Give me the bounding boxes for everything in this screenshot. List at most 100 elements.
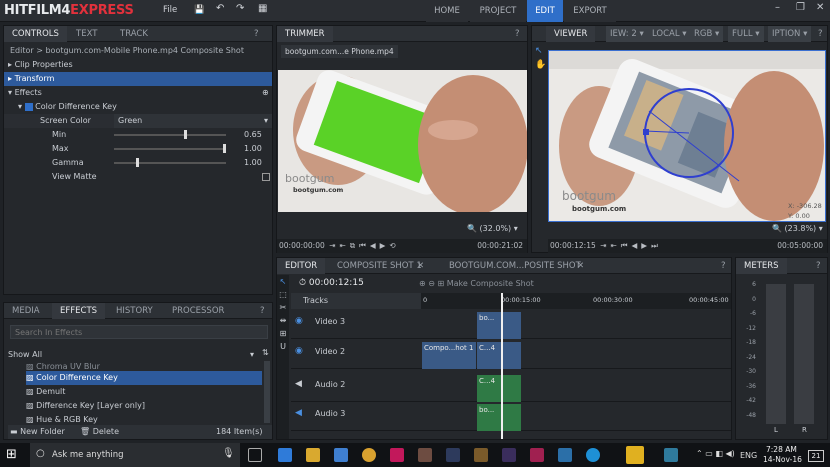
effect-item[interactable]: ▨ Color Difference Key: [26, 371, 262, 385]
nav-project[interactable]: PROJECT: [470, 0, 526, 22]
min-slider[interactable]: [114, 134, 226, 136]
insert-icon[interactable]: ⧉: [350, 239, 355, 253]
tray-icons[interactable]: ⌃ ▭ ◧ ◀): [696, 449, 735, 458]
mic-icon[interactable]: 🎙: [222, 448, 235, 459]
viewer-help-icon[interactable]: ?: [818, 26, 823, 42]
max-slider-handle[interactable]: [223, 144, 226, 153]
select-tool-icon[interactable]: ↖: [535, 46, 543, 56]
editor-help-icon[interactable]: ?: [721, 258, 726, 274]
nav-edit[interactable]: EDIT: [527, 0, 563, 22]
full-dropdown[interactable]: FULL ▾: [728, 26, 764, 42]
minimize-icon[interactable]: –: [775, 2, 780, 13]
after-effects-icon[interactable]: [446, 448, 460, 462]
tab-processor[interactable]: PROCESSOR: [164, 303, 232, 319]
taskbar-search-box[interactable]: ○ Ask me anything 🎙: [30, 443, 240, 467]
effects-search-input[interactable]: [10, 325, 268, 339]
ripple-icon[interactable]: ⇹: [277, 316, 289, 325]
file-explorer-icon[interactable]: [306, 448, 320, 462]
gamma-value[interactable]: 1.00: [244, 156, 262, 170]
max-slider[interactable]: [114, 148, 226, 150]
local-dropdown[interactable]: LOCAL ▾: [648, 26, 691, 42]
viewer-next-icon[interactable]: ⏭: [651, 239, 658, 253]
nav-export[interactable]: EXPORT: [564, 0, 616, 22]
tab-text[interactable]: TEXT: [68, 26, 105, 42]
app-icon[interactable]: [474, 448, 488, 462]
save-icon[interactable]: 💾: [194, 5, 205, 15]
slip-icon[interactable]: ⬚: [277, 290, 289, 299]
step-back-icon[interactable]: ◀: [370, 239, 376, 253]
undo-icon[interactable]: ↶: [216, 3, 224, 14]
tab-track[interactable]: TRACK: [112, 26, 156, 42]
app-icon[interactable]: [558, 448, 572, 462]
help-icon[interactable]: ?: [254, 26, 259, 42]
viewer-clip-out-icon[interactable]: ⇤: [610, 239, 616, 253]
nav-home[interactable]: HOME: [426, 0, 468, 22]
view-matte-checkbox[interactable]: [262, 173, 270, 181]
windows-start-icon[interactable]: ⊞: [6, 447, 17, 462]
effects-help-icon[interactable]: ?: [260, 303, 265, 319]
effect-item[interactable]: ▨ Demult: [26, 385, 262, 399]
clip-audio-2[interactable]: C...4: [477, 375, 521, 402]
eye-icon[interactable]: ◉: [295, 346, 303, 356]
hitfilm-taskbar-icon[interactable]: [626, 446, 644, 464]
tab-history[interactable]: HISTORY: [108, 303, 161, 319]
gamma-slider[interactable]: [114, 162, 226, 164]
language-indicator[interactable]: ENG: [740, 451, 757, 460]
min-value[interactable]: 0.65: [244, 128, 262, 142]
edge-icon[interactable]: [278, 448, 292, 462]
tab-editor[interactable]: EDITOR: [277, 258, 326, 274]
tab-bootgum-composite[interactable]: BOOTGUM.COM...POSITE SHOT: [441, 258, 589, 274]
menu-file[interactable]: File: [163, 5, 177, 15]
app-icon[interactable]: [390, 448, 404, 462]
max-value[interactable]: 1.00: [244, 142, 262, 156]
task-view-icon[interactable]: [248, 448, 262, 462]
delete-button[interactable]: 🗑 Delete: [80, 425, 119, 439]
taskbar-date[interactable]: 14-Nov-16: [763, 455, 802, 464]
razor-icon[interactable]: ✂: [277, 303, 289, 312]
meters-help-icon[interactable]: ?: [816, 258, 821, 274]
grid-icon[interactable]: ▦: [258, 3, 267, 14]
clip-composite[interactable]: Compo...hot 1: [422, 342, 476, 369]
app-icon[interactable]: [664, 448, 678, 462]
timeline-select-icon[interactable]: ↖: [277, 277, 289, 286]
hand-tool-icon[interactable]: ✋: [535, 60, 546, 70]
clip-video-2[interactable]: C...4: [477, 342, 521, 369]
effects-scrollbar[interactable]: [264, 361, 270, 423]
close-tab-icon[interactable]: ✕: [417, 258, 424, 274]
clip-properties-row[interactable]: ▸ Clip Properties: [4, 58, 272, 72]
effect-row[interactable]: ▾ Color Difference Key: [4, 100, 272, 114]
view-dropdown[interactable]: IEW: 2 ▾: [606, 26, 648, 42]
play-icon[interactable]: ▶: [380, 239, 386, 253]
app-icon[interactable]: [530, 448, 544, 462]
add-effect-icon[interactable]: ⊕: [262, 86, 269, 100]
effect-item[interactable]: ▨ Difference Key [Layer only]: [26, 399, 262, 413]
speaker-icon[interactable]: ◀: [295, 379, 302, 389]
trimmer-zoom[interactable]: 🔍 (32.0%) ▾: [467, 224, 518, 233]
app-icon[interactable]: [418, 448, 432, 462]
screen-color-dropdown[interactable]: Green ▾: [114, 114, 272, 128]
viewer-zoom[interactable]: 🔍 (23.8%) ▾: [772, 224, 823, 233]
viewer-step-back-icon[interactable]: ◀: [632, 239, 638, 253]
store-icon[interactable]: [334, 448, 348, 462]
tab-composite-shot[interactable]: COMPOSITE SHOT 1: [329, 258, 430, 274]
clip-video-3[interactable]: bo...: [477, 312, 521, 339]
sort-icon[interactable]: ⇅: [262, 348, 269, 357]
chrome-icon[interactable]: [362, 448, 376, 462]
playhead[interactable]: [501, 293, 503, 439]
redo-icon[interactable]: ↷: [236, 3, 244, 14]
trimmer-clip-tab[interactable]: bootgum.com...e Phone.mp4: [281, 45, 398, 58]
close-tab2-icon[interactable]: ✕: [577, 258, 584, 274]
effects-row[interactable]: ▾ Effects: [4, 86, 272, 100]
clip-in-icon[interactable]: ⇥: [329, 239, 335, 253]
trimmer-help-icon[interactable]: ?: [515, 26, 520, 42]
premiere-icon[interactable]: [502, 448, 516, 462]
viewer-play-icon[interactable]: ▶: [641, 239, 647, 253]
tab-controls[interactable]: CONTROLS: [4, 26, 67, 42]
viewer-clip-in-icon[interactable]: ⇥: [600, 239, 606, 253]
min-slider-handle[interactable]: [184, 130, 187, 139]
effect-enable-checkbox[interactable]: [24, 102, 33, 111]
rgb-dropdown[interactable]: RGB ▾: [690, 26, 724, 42]
options-dropdown[interactable]: IPTION ▾: [768, 26, 812, 42]
eye-icon[interactable]: ◉: [295, 316, 303, 326]
snap-icon[interactable]: ⊞: [277, 329, 289, 338]
